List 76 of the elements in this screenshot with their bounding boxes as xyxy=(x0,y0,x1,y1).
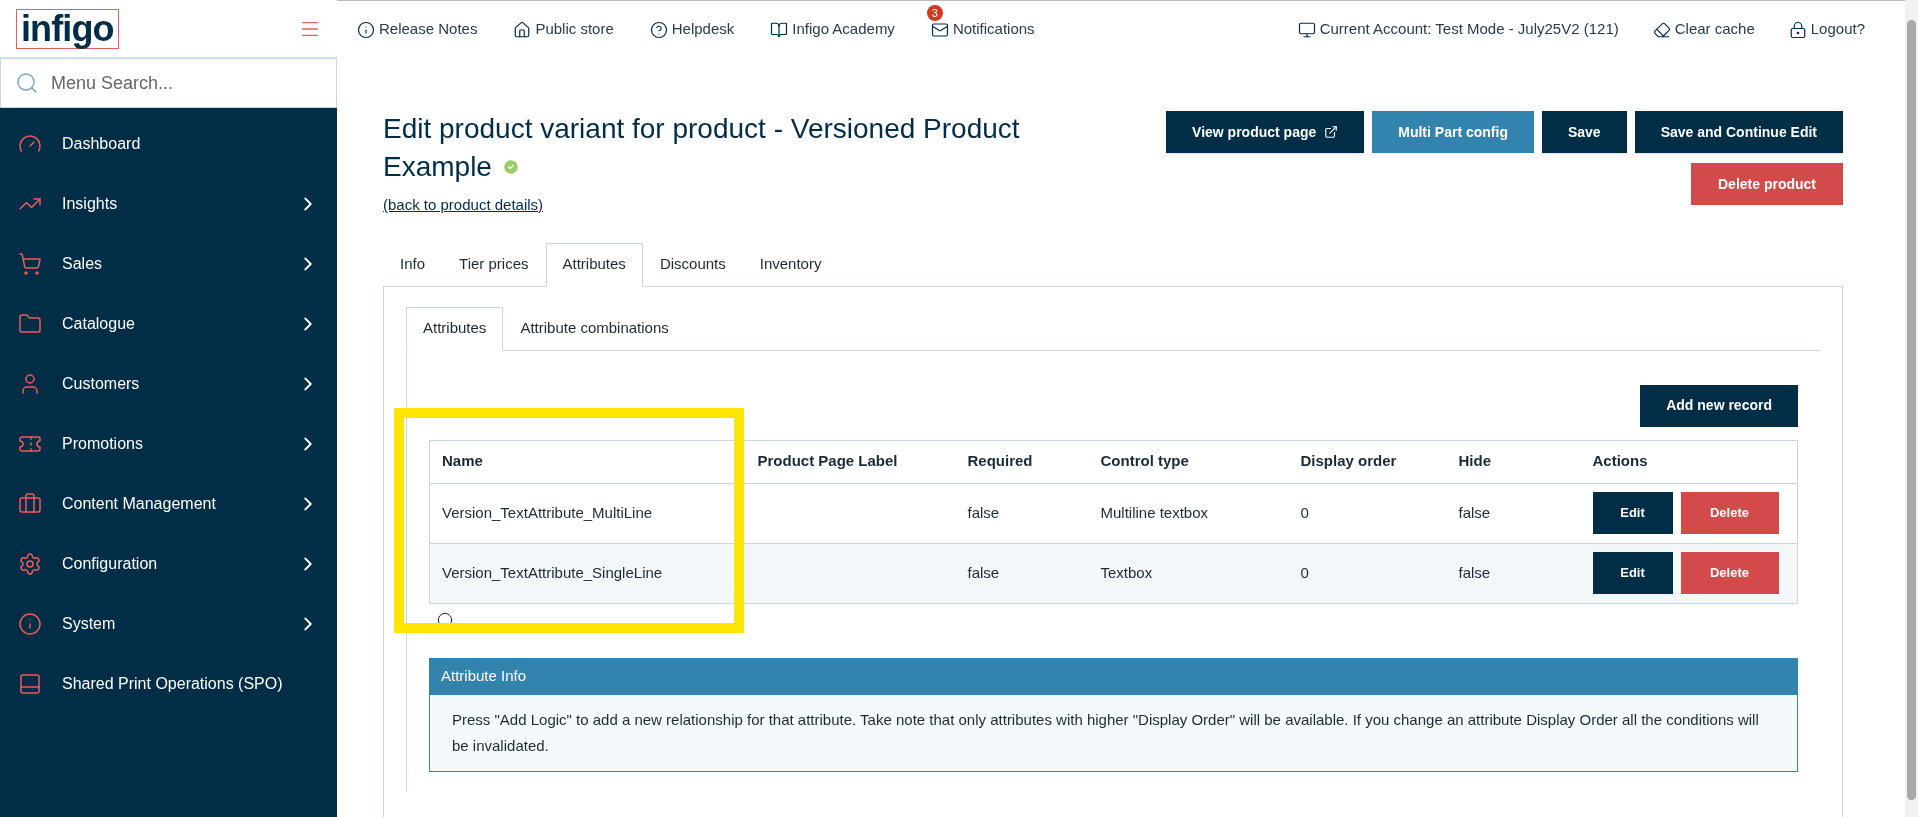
toolbar-button[interactable]: Save xyxy=(1541,111,1627,153)
table-cell: 0 xyxy=(1288,543,1447,603)
topbar-link[interactable]: Public store xyxy=(513,18,614,41)
table-cell: Textbox xyxy=(1088,543,1289,603)
sidebar-item[interactable]: Customers xyxy=(0,354,337,414)
tab[interactable]: Attribute combinations xyxy=(503,306,686,351)
column-header: Product Page Label xyxy=(745,440,956,483)
search-icon xyxy=(15,71,39,95)
table-cell: false xyxy=(955,543,1089,603)
search-field[interactable]: Menu Search... xyxy=(0,58,337,108)
add-record-button[interactable]: Add new record xyxy=(1640,384,1798,427)
column-header: Control type xyxy=(1088,440,1289,483)
table-cell: Multiline textbox xyxy=(1088,483,1289,543)
table-cell: false xyxy=(1446,543,1581,603)
edit-button[interactable]: Edit xyxy=(1592,552,1673,594)
edit-button[interactable]: Edit xyxy=(1592,492,1673,534)
info-icon xyxy=(18,612,42,636)
search-input[interactable]: Menu Search... xyxy=(51,69,322,97)
tab[interactable]: Discounts xyxy=(642,242,743,287)
home-icon xyxy=(513,20,532,39)
page-title: Edit product variant for product - Versioned Product Example xyxy=(383,113,1020,182)
info-panel-title: Attribute Info xyxy=(430,658,1797,695)
topbar-link[interactable]: Release Notes xyxy=(357,18,478,41)
toolbar-button[interactable]: View product page xyxy=(1166,111,1365,153)
table-cell: 0 xyxy=(1288,483,1447,543)
table-cell: false xyxy=(1446,483,1581,543)
table-cell: Version_TextAttribute_MultiLine xyxy=(429,483,746,543)
column-header: Display order xyxy=(1288,440,1447,483)
topbar-link[interactable]: Infigo Academy xyxy=(770,18,895,41)
sidebar-item[interactable]: Configuration xyxy=(0,534,337,594)
column-header: Hide xyxy=(1446,440,1581,483)
eraser-icon xyxy=(1652,20,1671,39)
column-header: Actions xyxy=(1580,440,1798,483)
info-text: Press "Add Logic" to add a new relationship for that attribute. Take note that only attributes with higher "Display Order" will be available. If you change an attribute Display Order all the conditions will be invalidated. xyxy=(451,709,1760,756)
external-link-icon xyxy=(1324,125,1339,139)
tab[interactable]: Info xyxy=(383,242,443,287)
topbar-link[interactable]: Clear cache xyxy=(1652,18,1755,41)
topbar-link[interactable]: Current Account: Test Mode - July25V2 (121) xyxy=(1297,18,1619,41)
sidebar-item[interactable]: System xyxy=(0,594,337,654)
table-cell: Version_TextAttribute_SingleLine xyxy=(429,543,746,603)
info-icon xyxy=(357,20,375,39)
delete-button[interactable]: Delete xyxy=(1680,492,1779,534)
panel-icon xyxy=(18,672,42,696)
sidebar-item[interactable]: Dashboard xyxy=(0,114,337,174)
sidebar-item[interactable]: Shared Print Operations (SPO) xyxy=(0,654,337,714)
sidebar-item[interactable]: Insights xyxy=(0,174,337,234)
tab[interactable]: Attributes xyxy=(406,306,504,351)
help-icon xyxy=(649,20,668,39)
toolbar-button[interactable]: Save and Continue Edit xyxy=(1634,111,1843,153)
sidebar-item[interactable]: Promotions xyxy=(0,414,337,474)
sidebar-item[interactable]: Catalogue xyxy=(0,294,337,354)
column-header: Required xyxy=(955,440,1089,483)
back-link[interactable]: (back to product details) xyxy=(383,194,1063,217)
notification-badge: 3 xyxy=(926,5,943,22)
toolbar-button[interactable]: Multi Part config xyxy=(1372,111,1534,153)
tab[interactable]: Tier prices xyxy=(442,242,546,287)
tab[interactable]: Inventory xyxy=(742,242,839,287)
column-header: Name xyxy=(429,440,746,483)
delete-button[interactable]: Delete xyxy=(1680,552,1779,594)
settings-icon xyxy=(18,552,42,576)
topbar-link[interactable]: Logout? xyxy=(1788,18,1865,41)
mail-icon xyxy=(930,20,949,39)
folder-icon xyxy=(18,312,42,336)
book-icon xyxy=(770,20,789,39)
scrollbar[interactable] xyxy=(1905,0,1918,817)
lock-icon xyxy=(1788,20,1807,39)
topbar-link[interactable]: Helpdesk xyxy=(649,18,735,41)
cart-icon xyxy=(18,252,42,276)
delete-product-button[interactable]: Delete product xyxy=(1691,163,1843,205)
logo[interactable]: infigo xyxy=(16,8,119,49)
tab[interactable]: Attributes xyxy=(545,242,643,287)
monitor-icon xyxy=(1297,20,1316,39)
briefcase-icon xyxy=(18,492,42,516)
sidebar-item[interactable]: Content Management xyxy=(0,474,337,534)
table-cell: false xyxy=(955,483,1089,543)
sidebar-item[interactable]: Sales xyxy=(0,234,337,294)
